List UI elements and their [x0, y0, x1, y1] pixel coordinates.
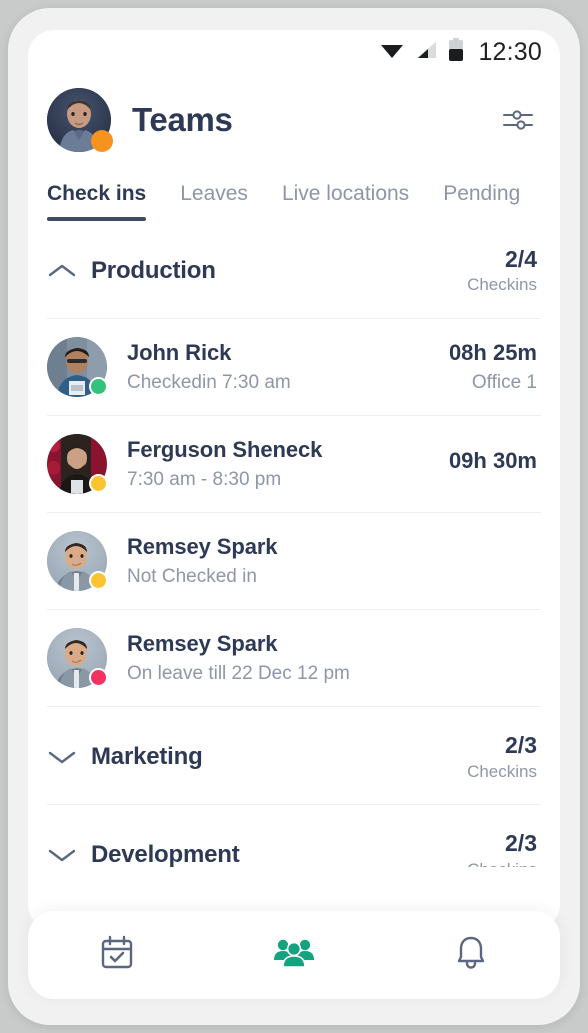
group-count-label: Checkins — [467, 275, 537, 295]
tab-live-locations[interactable]: Live locations — [282, 182, 409, 221]
group-meta: 2/3 Checkins — [467, 731, 537, 782]
tab-bar: Check ins Leaves Live locations Pending — [28, 160, 560, 221]
bell-notification-icon — [452, 933, 490, 978]
tab-leaves[interactable]: Leaves — [180, 182, 248, 221]
member-name: Ferguson Sheneck — [127, 437, 323, 463]
avatar — [47, 337, 108, 398]
group-meta: 2/3 Checkins — [467, 829, 537, 867]
member-duration: 09h 30m — [448, 448, 537, 474]
table-row[interactable]: Remsey Spark On leave till 22 Dec 12 pm — [28, 610, 560, 706]
member-location: Office 1 — [471, 372, 537, 394]
member-name: Remsey Spark — [127, 534, 278, 560]
member-status-text: 7:30 am - 8:30 pm — [127, 469, 282, 491]
nav-item-notifications[interactable] — [383, 911, 560, 999]
member-name: John Rick — [127, 340, 232, 366]
member-info: Remsey Spark Not Checked in — [127, 534, 278, 588]
group-count: 2/3 — [505, 732, 537, 759]
member-info: Ferguson Sheneck 7:30 am - 8:30 pm — [127, 437, 322, 491]
status-bar-time: 12:30 — [478, 37, 542, 66]
avatar — [47, 434, 108, 495]
group-name: Development — [91, 840, 240, 867]
calendar-check-icon — [97, 933, 137, 978]
group-count-label: Checkins — [467, 761, 537, 781]
member-status-text: On leave till 22 Dec 12 pm — [127, 663, 350, 685]
member-status-text: Not Checked in — [127, 566, 257, 588]
bottom-navigation-bar — [28, 911, 560, 999]
member-status-text: Checkedin 7:30 am — [127, 372, 291, 394]
people-teams-icon — [273, 935, 315, 976]
group-name: Marketing — [91, 742, 203, 770]
member-duration: 08h 25m — [448, 340, 537, 366]
member-info: John Rick Checkedin 7:30 am — [127, 340, 291, 394]
app-header: Teams — [28, 74, 560, 160]
member-name: Remsey Spark — [127, 631, 278, 657]
phone-frame: 12:30 Teams Check ins Leaves Live locati… — [8, 8, 580, 1025]
chevron-down-icon[interactable] — [47, 748, 81, 766]
avatar[interactable] — [47, 88, 113, 152]
tab-pending[interactable]: Pending — [443, 182, 520, 221]
status-badge — [89, 571, 108, 591]
group-header-marketing[interactable]: Marketing 2/3 Checkins — [28, 707, 560, 804]
group-count-label: Checkins — [467, 859, 537, 867]
member-metrics: 08h 25m Office 1 — [449, 340, 537, 394]
wifi-icon — [380, 40, 404, 65]
status-bar: 12:30 — [28, 30, 560, 74]
member-info: Remsey Spark On leave till 22 Dec 12 pm — [127, 631, 350, 685]
status-badge — [89, 474, 108, 494]
cellular-signal-icon — [415, 40, 437, 65]
status-badge — [89, 668, 108, 688]
group-header-production[interactable]: Production 2/4 Checkins — [28, 221, 560, 318]
app-screen: 12:30 Teams Check ins Leaves Live locati… — [28, 30, 560, 930]
avatar-status-badge — [91, 130, 113, 152]
filter-sliders-icon[interactable] — [498, 100, 538, 140]
table-row[interactable]: John Rick Checkedin 7:30 am 08h 25m Offi… — [28, 319, 560, 415]
group-header-development[interactable]: Development 2/3 Checkins — [28, 805, 560, 867]
avatar — [47, 531, 108, 592]
nav-item-teams[interactable] — [205, 911, 382, 999]
group-count: 2/4 — [505, 246, 537, 272]
page-title: Teams — [132, 101, 233, 138]
table-row[interactable]: Ferguson Sheneck 7:30 am - 8:30 pm 09h 3… — [28, 416, 560, 512]
battery-icon — [448, 37, 464, 67]
tab-check-ins[interactable]: Check ins — [47, 182, 147, 221]
chevron-down-icon[interactable] — [47, 846, 81, 864]
avatar — [47, 628, 108, 689]
group-count: 2/3 — [505, 830, 537, 857]
group-name: Production — [91, 256, 216, 284]
member-metrics: 09h 30m — [449, 448, 537, 480]
checkins-list: Production 2/4 Checkins John Rick Checke… — [28, 221, 560, 867]
table-row[interactable]: Remsey Spark Not Checked in — [28, 513, 560, 609]
nav-item-calendar[interactable] — [28, 911, 205, 999]
status-badge — [89, 377, 108, 397]
chevron-up-icon[interactable] — [47, 262, 81, 280]
group-meta: 2/4 Checkins — [467, 245, 537, 296]
